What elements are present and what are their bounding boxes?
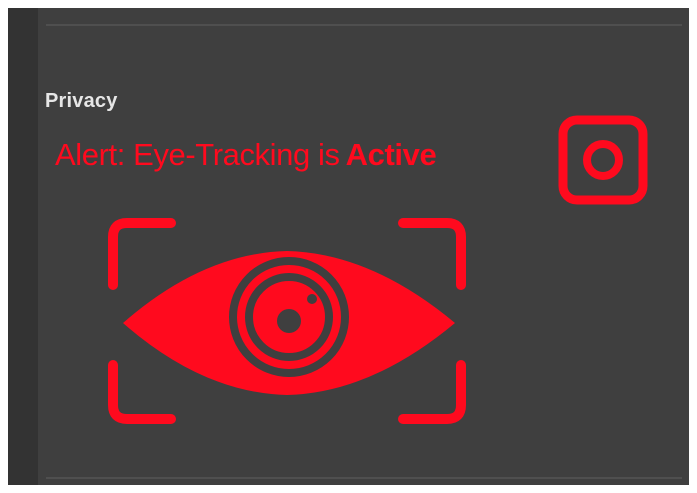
bracket-top-right xyxy=(398,218,466,290)
record-button[interactable] xyxy=(557,114,649,206)
alert-text: Alert: Eye-Tracking is xyxy=(55,137,340,172)
bracket-bottom-right xyxy=(398,360,466,424)
privacy-panel: Privacy Alert: Eye-Tracking is Active xyxy=(8,8,689,485)
bracket-bottom-left xyxy=(108,360,176,424)
record-square-icon xyxy=(558,115,648,205)
left-rail xyxy=(8,8,38,485)
top-divider xyxy=(46,24,682,26)
eye-tracking-alert: Alert: Eye-Tracking is Active xyxy=(55,137,437,173)
bracket-top-left xyxy=(108,218,176,290)
section-title: Privacy xyxy=(45,90,118,112)
pupil-highlight xyxy=(307,294,317,304)
alert-status: Active xyxy=(345,137,437,172)
eye-tracking-icon xyxy=(108,218,466,424)
bottom-divider xyxy=(46,477,682,479)
screenshot-root: Privacy Alert: Eye-Tracking is Active xyxy=(0,0,697,493)
eye-tracking-illustration xyxy=(103,215,473,430)
pupil xyxy=(277,309,301,333)
